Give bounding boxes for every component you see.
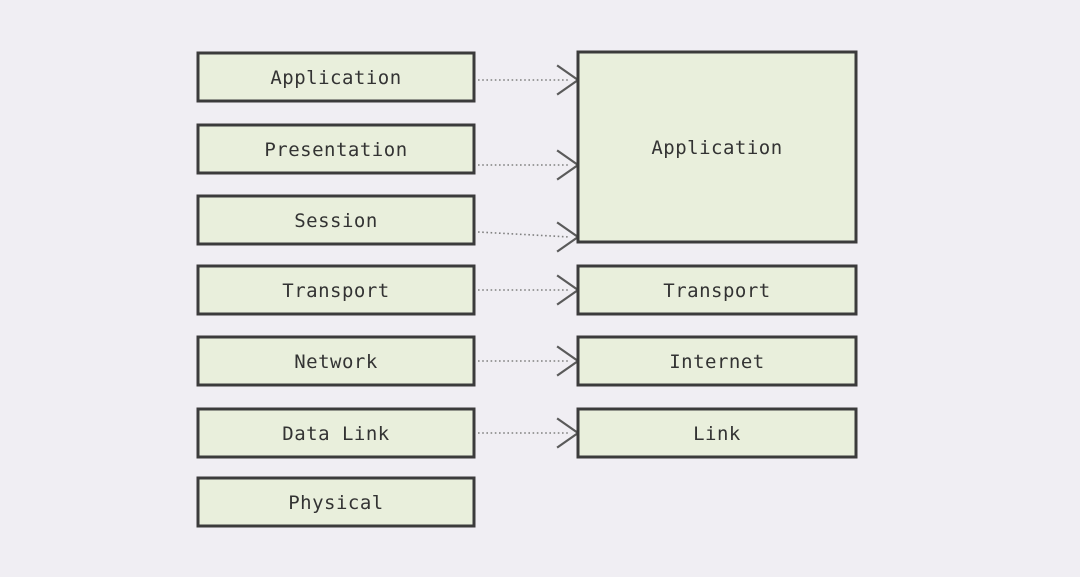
osi-osi-presentation[interactable]: Presentation xyxy=(198,125,474,173)
tcpip-tcp-link[interactable]: Link xyxy=(578,409,856,457)
osi-column: Application Presentation Session Transport N… xyxy=(198,53,474,526)
osi-session-label: Session xyxy=(294,210,378,232)
tcpip-tcp-application[interactable]: Application xyxy=(578,52,856,242)
osi-osi-network[interactable]: Network xyxy=(198,337,474,385)
osi-osi-transport[interactable]: Transport xyxy=(198,266,474,314)
canvas-background xyxy=(0,0,1080,577)
osi-osi-application[interactable]: Application xyxy=(198,53,474,101)
tcp-application-label: Application xyxy=(651,137,782,159)
osi-presentation-label: Presentation xyxy=(264,139,407,161)
tcpip-tcp-internet[interactable]: Internet xyxy=(578,337,856,385)
osi-datalink-label: Data Link xyxy=(282,423,390,445)
osi-osi-session[interactable]: Session xyxy=(198,196,474,244)
osi-physical-label: Physical xyxy=(288,492,384,514)
tcpip-tcp-transport[interactable]: Transport xyxy=(578,266,856,314)
osi-application-label: Application xyxy=(270,67,401,89)
diagram-root: Application Presentation Session Transport N… xyxy=(0,0,1080,577)
osi-network-label: Network xyxy=(294,351,378,373)
osi-transport-label: Transport xyxy=(282,280,389,302)
osi-osi-physical[interactable]: Physical xyxy=(198,478,474,526)
tcp-transport-label: Transport xyxy=(663,280,770,302)
tcp-link-label: Link xyxy=(693,423,741,445)
diagram-canvas: Application Presentation Session Transport N… xyxy=(0,0,1080,577)
tcp-internet-label: Internet xyxy=(669,351,765,373)
osi-osi-datalink[interactable]: Data Link xyxy=(198,409,474,457)
